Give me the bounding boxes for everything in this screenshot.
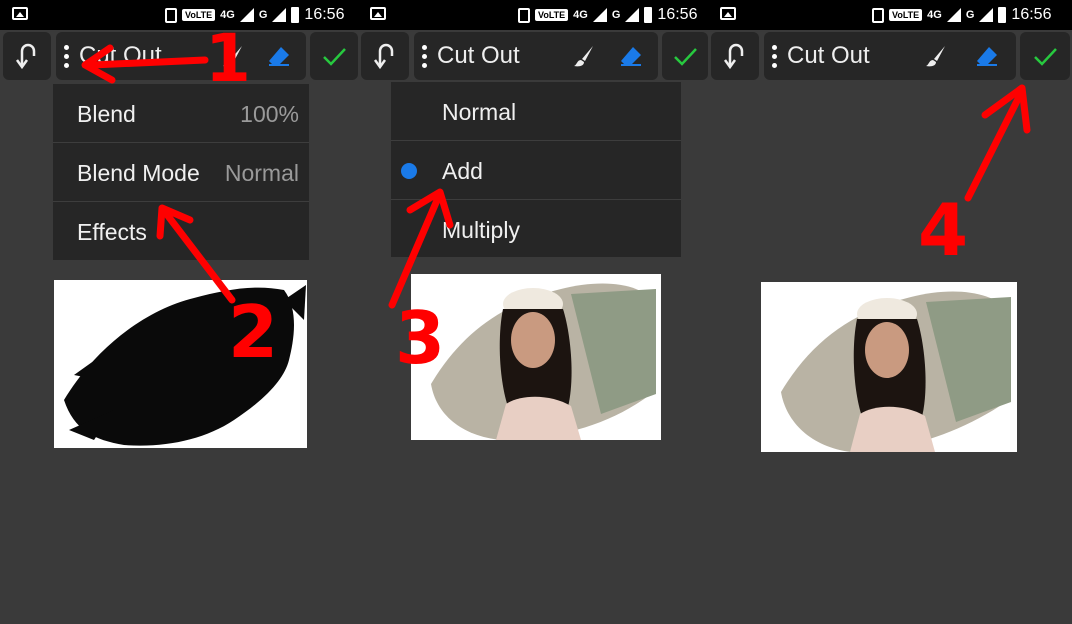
undo-icon (373, 43, 394, 70)
menu-item-blend-mode[interactable]: Blend Mode Normal (53, 143, 309, 202)
layer-title-button[interactable]: Cut Out (414, 32, 658, 80)
menu-item-label: Effects (77, 219, 147, 245)
checkmark-icon (674, 48, 697, 66)
annotation-number-2: 2 (228, 290, 279, 374)
signal-icon (625, 8, 640, 22)
undo-button[interactable] (3, 32, 51, 80)
menu-item-label: Blend (77, 101, 136, 127)
checkmark-icon (323, 48, 346, 66)
gallery-icon (12, 7, 28, 20)
eraser-icon[interactable] (268, 46, 290, 66)
layer-name: Cut Out (437, 42, 520, 69)
blend-mode-option-add[interactable]: Add (391, 141, 681, 200)
vibrate-icon (518, 7, 530, 23)
more-options-icon[interactable] (772, 44, 777, 68)
blend-mode-menu: Normal Add Multiply (391, 82, 681, 257)
checkmark-icon (1034, 48, 1057, 66)
layer-name: Cut Out (79, 42, 162, 69)
confirm-button[interactable] (310, 32, 358, 80)
menu-item-label: Blend Mode (77, 160, 200, 186)
clock: 16:56 (657, 6, 698, 23)
undo-button[interactable] (711, 32, 759, 80)
menu-item-effects[interactable]: Effects (53, 202, 309, 260)
net-4g: 4G (573, 9, 588, 21)
menu-item-label: Add (442, 158, 483, 184)
selected-radio-icon (401, 163, 417, 179)
blend-mode-option-multiply[interactable]: Multiply (391, 200, 681, 258)
gallery-icon (370, 7, 386, 20)
brush-icon[interactable] (924, 44, 948, 68)
menu-item-value: 100% (240, 101, 299, 127)
brush-icon[interactable] (572, 44, 596, 68)
net-g: G (258, 9, 268, 21)
photo-preview (761, 282, 1017, 452)
battery-icon (644, 7, 653, 23)
net-4g: 4G (927, 9, 942, 21)
more-options-icon[interactable] (422, 44, 427, 68)
menu-item-value: Normal (224, 160, 299, 186)
undo-icon (15, 43, 36, 70)
net-g: G (611, 9, 621, 21)
menu-item-blend[interactable]: Blend 100% (53, 84, 309, 143)
eraser-icon[interactable] (976, 46, 998, 66)
signal-icon (592, 8, 607, 22)
confirm-button[interactable] (1020, 32, 1070, 80)
battery-icon (291, 7, 300, 23)
undo-icon (723, 43, 744, 70)
gallery-icon (720, 7, 736, 20)
blend-mode-option-normal[interactable]: Normal (391, 82, 681, 141)
menu-item-label: Multiply (442, 217, 520, 243)
more-options-icon[interactable] (64, 44, 69, 68)
layer-name: Cut Out (787, 42, 870, 69)
menu-item-label: Normal (442, 99, 517, 125)
confirm-button[interactable] (662, 32, 708, 80)
undo-button[interactable] (361, 32, 409, 80)
layer-title-button[interactable]: Cut Out (764, 32, 1016, 80)
clock: 16:56 (304, 6, 345, 23)
clock: 16:56 (1011, 6, 1052, 23)
layer-title-button[interactable]: Cut Out (56, 32, 306, 80)
photo-preview (411, 274, 661, 440)
volte-badge: VoLTE (889, 9, 923, 21)
eraser-icon[interactable] (620, 46, 642, 66)
annotation-number-4: 4 (918, 188, 969, 272)
annotation-number-3: 3 (395, 296, 446, 380)
annotation-number-1: 1 (205, 20, 251, 97)
battery-icon (998, 7, 1007, 23)
signal-icon (979, 8, 994, 22)
volte-badge: VoLTE (535, 9, 569, 21)
layer-options-menu: Blend 100% Blend Mode Normal Effects (53, 84, 309, 260)
vibrate-icon (165, 7, 177, 23)
signal-icon (272, 8, 287, 22)
vibrate-icon (872, 7, 884, 23)
signal-icon (946, 8, 961, 22)
status-bar: VoLTE 4G G 16:56 VoLTE 4G G 16:56 VoLTE … (0, 0, 1072, 30)
net-g: G (965, 9, 975, 21)
